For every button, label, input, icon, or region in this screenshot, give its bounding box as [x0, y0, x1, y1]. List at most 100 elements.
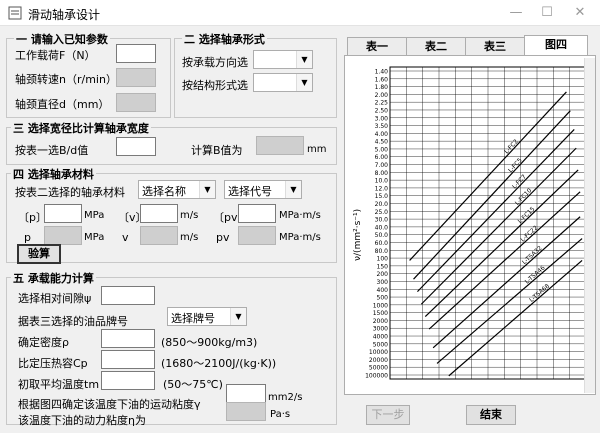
check-button[interactable]: 验算: [17, 244, 61, 264]
p-calc-label: p: [24, 231, 31, 244]
y-tick-label: 400: [377, 287, 389, 294]
tab-table3[interactable]: 表三: [465, 37, 525, 55]
material-code-select[interactable]: 选择代号 ▼: [224, 180, 302, 199]
b-calc-label: 计算B值为: [191, 144, 243, 157]
speed-label: 轴颈转速n（r/min）: [15, 73, 117, 86]
v-calc-unit: m/s: [180, 232, 199, 243]
y-tick-label: 5.00: [375, 146, 389, 153]
bearing-type-title: 二 选择轴承形式: [182, 31, 267, 47]
pv-calc-output: [238, 226, 276, 245]
structure-select[interactable]: ▼: [253, 73, 313, 92]
y-tick-label: 10000: [369, 349, 388, 356]
scrollbar-vertical[interactable]: [584, 58, 595, 393]
tab-figure4[interactable]: 图四: [524, 35, 588, 56]
y-tick-label: 4.50: [375, 139, 389, 146]
temperature-range: (50～75℃): [163, 378, 223, 391]
figure4-panel: ν/(mm²·s⁻¹) 1.40 1.60 1.80 2.00 2.25 2.50 3.00…: [344, 55, 596, 395]
tab-table1[interactable]: 表一: [347, 37, 407, 55]
p-allow-unit: MPa: [84, 210, 105, 221]
v-calc-label: v: [122, 231, 129, 244]
chart-ylabel: ν/(mm²·s⁻¹): [353, 209, 363, 261]
capacity-title: 五 承载能力计算: [11, 270, 96, 286]
density-input[interactable]: [101, 329, 155, 348]
direction-select[interactable]: ▼: [253, 50, 313, 69]
oil-label: 据表三选择的油品牌号: [18, 315, 128, 328]
y-tick-label: 3.50: [375, 123, 389, 130]
load-input[interactable]: [116, 44, 156, 63]
clearance-label: 选择相对间隙ψ: [18, 292, 92, 305]
y-tick-label: 3.00: [375, 115, 389, 122]
dyn-viscosity-unit: Pa·s: [270, 409, 291, 420]
v-calc-output: [140, 226, 178, 245]
y-tick-label: 20.0: [375, 201, 389, 208]
material-label: 按表二选择的轴承材料: [15, 186, 125, 199]
heat-capacity-range: (1680～2100J/(kg·K)): [161, 357, 277, 370]
density-range: (850～900kg/m3): [161, 336, 258, 349]
tab-table2[interactable]: 表二: [406, 37, 466, 55]
chevron-down-icon: ▼: [296, 51, 312, 68]
y-tick-label: 1.80: [375, 84, 389, 91]
heat-capacity-input[interactable]: [101, 350, 155, 369]
y-tick-label: 3000: [373, 326, 388, 333]
close-button[interactable]: ✕: [565, 0, 595, 26]
chevron-down-icon: ▼: [296, 74, 312, 91]
y-tick-label: 30.0: [375, 217, 389, 224]
y-tick-label: 15.0: [375, 193, 389, 200]
diameter-label: 轴颈直径d（mm）: [15, 98, 110, 111]
bd-label: 按表一选B/d值: [15, 144, 89, 157]
direction-label: 按承载方向选: [182, 56, 248, 69]
temperature-input[interactable]: [101, 371, 155, 390]
chart-y-ticks: 1.401.601.802.002.252.503.003.504.004.50…: [365, 69, 388, 380]
material-name-select[interactable]: 选择名称 ▼: [138, 180, 216, 199]
speed-input[interactable]: [116, 68, 156, 87]
y-tick-label: 150: [377, 263, 389, 270]
y-tick-label: 5000: [373, 341, 388, 348]
p-allow-label: 〔p〕: [18, 211, 47, 224]
chevron-down-icon: ▼: [285, 181, 301, 198]
next-step-button[interactable]: 下一步: [366, 405, 410, 425]
y-tick-label: 500: [377, 295, 389, 302]
pv-allow-input[interactable]: [238, 204, 276, 223]
y-tick-label: 60.0: [375, 240, 389, 247]
y-tick-label: 2.50: [375, 107, 389, 114]
y-tick-label: 2.00: [375, 92, 389, 99]
app-icon: [8, 6, 22, 20]
y-tick-label: 4000: [373, 334, 388, 341]
y-tick-label: 12.0: [375, 185, 389, 192]
y-tick-label: 2000: [373, 318, 388, 325]
bd-input[interactable]: [116, 137, 156, 156]
diameter-input[interactable]: [116, 93, 156, 112]
pv-calc-unit: MPa·m/s: [279, 232, 321, 243]
pv-allow-unit: MPa·m/s: [279, 210, 321, 221]
p-calc-output: [44, 226, 82, 245]
y-tick-label: 10.0: [375, 178, 389, 185]
y-tick-label: 7.00: [375, 162, 389, 169]
y-tick-label: 1.60: [375, 76, 389, 83]
y-tick-label: 40.0: [375, 224, 389, 231]
clearance-input[interactable]: [101, 286, 155, 305]
heat-capacity-label: 比定压热容Cp: [18, 357, 88, 370]
b-calc-output: [256, 136, 304, 155]
oil-grade-select[interactable]: 选择牌号 ▼: [167, 307, 247, 326]
y-tick-label: 100: [377, 256, 389, 263]
temperature-label: 初取平均温度tm: [18, 378, 100, 391]
maximize-button[interactable]: ☐: [532, 0, 562, 26]
y-tick-label: 1.40: [375, 69, 389, 76]
minimize-button[interactable]: —: [501, 0, 531, 26]
y-tick-label: 2.25: [375, 100, 389, 107]
y-tick-label: 25.0: [375, 209, 389, 216]
title-bar: 滑动轴承设计 — ☐ ✕: [0, 0, 600, 26]
y-tick-label: 4.00: [375, 131, 389, 138]
kin-viscosity-input[interactable]: [226, 384, 266, 403]
chevron-down-icon: ▼: [199, 181, 215, 198]
p-allow-input[interactable]: [44, 204, 82, 223]
density-label: 确定密度ρ: [18, 336, 69, 349]
finish-button[interactable]: 结束: [466, 405, 516, 425]
v-allow-input[interactable]: [140, 204, 178, 223]
y-tick-label: 6.00: [375, 154, 389, 161]
p-calc-unit: MPa: [84, 232, 105, 243]
y-tick-label: 80.0: [375, 248, 389, 255]
y-tick-label: 1000: [373, 302, 388, 309]
dyn-viscosity-label: 该温度下油的动力粘度η为: [18, 414, 146, 427]
material-title: 四 选择轴承材料: [11, 166, 96, 182]
